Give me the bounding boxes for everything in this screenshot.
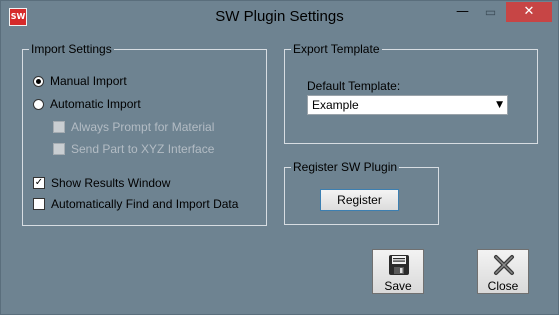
save-label: Save <box>384 279 412 293</box>
automatic-import-radio[interactable]: Automatic Import <box>33 97 141 111</box>
always-prompt-checkbox[interactable]: Always Prompt for Material <box>53 120 214 134</box>
settings-window: SW SW Plugin Settings — ▭ ✕ Import Setti… <box>0 0 559 315</box>
send-part-checkbox[interactable]: Send Part to XYZ Interface <box>53 142 214 156</box>
manual-import-radio[interactable]: Manual Import <box>33 74 127 88</box>
title-bar[interactable]: SW SW Plugin Settings — ▭ ✕ <box>1 1 558 32</box>
close-button[interactable]: Close <box>477 249 529 294</box>
close-x-icon <box>494 255 514 275</box>
checkmark-icon: ✓ <box>33 177 45 189</box>
auto-find-label: Automatically Find and Import Data <box>51 197 239 211</box>
auto-find-checkbox[interactable]: Automatically Find and Import Data <box>33 197 238 211</box>
close-label: Close <box>487 279 519 293</box>
import-settings-legend: Import Settings <box>29 42 114 56</box>
automatic-import-label: Automatic Import <box>50 97 141 111</box>
show-results-label: Show Results Window <box>51 176 171 190</box>
checkbox-disabled-icon <box>53 143 65 155</box>
always-prompt-label: Always Prompt for Material <box>71 120 215 134</box>
send-part-label: Send Part to XYZ Interface <box>71 142 215 156</box>
register-button[interactable]: Register <box>320 189 399 211</box>
maximize-button[interactable]: ▭ <box>477 2 504 22</box>
default-template-label: Default Template: <box>307 79 401 93</box>
checkbox-disabled-icon <box>53 121 65 133</box>
radio-selected-icon <box>33 75 44 87</box>
radio-unselected-icon <box>33 98 44 110</box>
checkbox-unchecked-icon <box>33 198 45 210</box>
register-plugin-legend: Register SW Plugin <box>291 160 400 174</box>
export-template-legend: Export Template <box>291 42 382 56</box>
default-template-value: Example <box>312 98 359 112</box>
floppy-disk-icon <box>389 255 409 275</box>
chevron-down-icon: ▼ <box>496 100 503 110</box>
minimize-button[interactable]: — <box>449 2 476 22</box>
window-close-button[interactable]: ✕ <box>506 2 552 22</box>
manual-import-label: Manual Import <box>50 74 127 88</box>
default-template-dropdown[interactable]: Example ▼ <box>307 95 508 115</box>
show-results-checkbox[interactable]: ✓ Show Results Window <box>33 176 170 190</box>
save-button[interactable]: Save <box>372 249 424 294</box>
